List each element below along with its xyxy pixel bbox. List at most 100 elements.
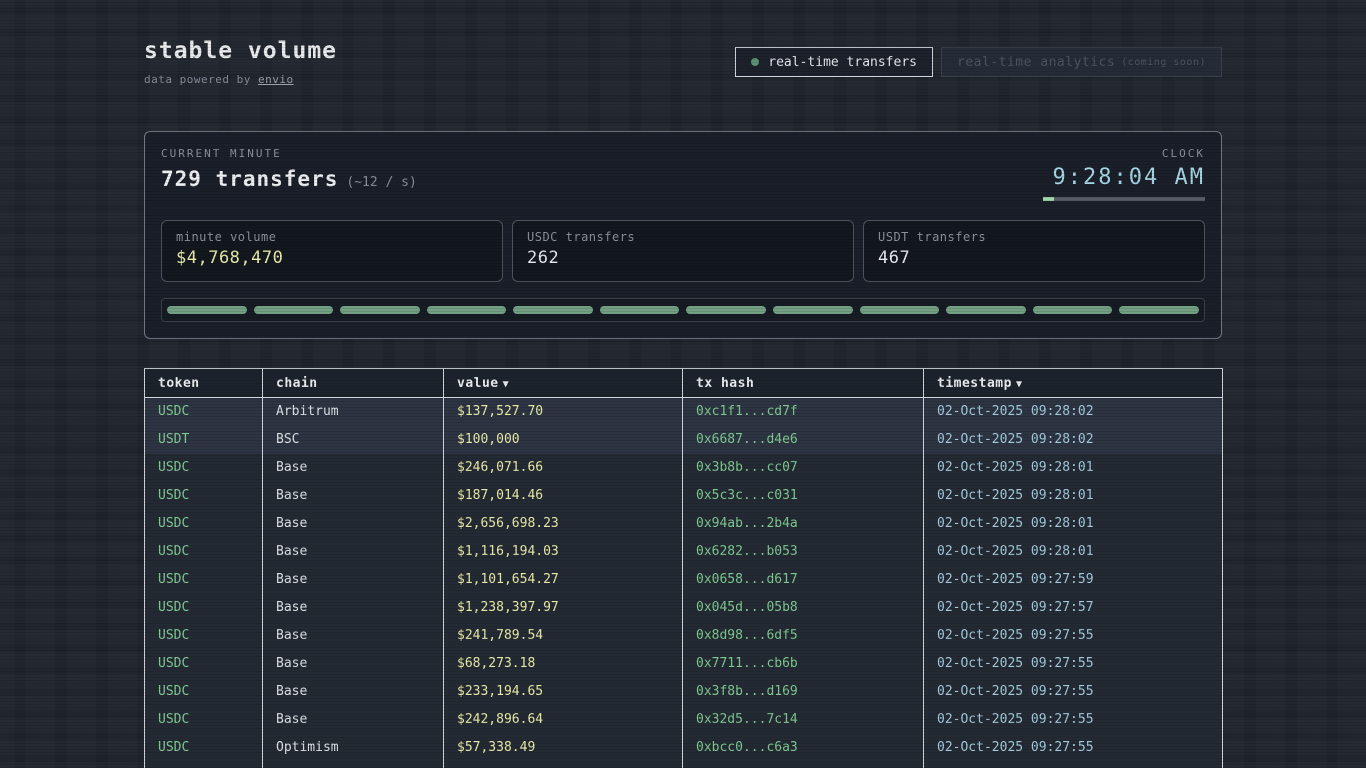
tx-hash-link[interactable]: 0x3b8b...cc07 — [683, 454, 924, 482]
tab-transfers-label: real-time transfers — [768, 55, 917, 70]
tx-hash-link[interactable]: 0xbcc0...c6a3 — [683, 734, 924, 762]
token-cell: USDC — [145, 734, 263, 762]
token-cell: USDC — [145, 706, 263, 734]
chain-cell: Base — [263, 706, 444, 734]
tx-hash-link[interactable]: 0x8d98...6df5 — [683, 622, 924, 650]
activity-segment — [686, 306, 766, 314]
table-header-row: token chain value▼ tx hash timestamp▼ — [145, 369, 1223, 398]
chain-cell: BSC — [263, 426, 444, 454]
token-cell: USDC — [145, 482, 263, 510]
value-cell: $68,273.18 — [444, 650, 683, 678]
value-cell: $187,014.46 — [444, 482, 683, 510]
table-row: USDC Base $1,238,397.97 0x045d...05b8 02… — [145, 594, 1223, 622]
current-minute-panel: CURRENT MINUTE 729 transfers (~12 / s) C… — [144, 131, 1222, 339]
value-cell: $242,896.64 — [444, 706, 683, 734]
page-title: stable volume — [144, 38, 337, 64]
tab-analytics-label: real-time analytics — [957, 55, 1115, 70]
clock-progress-bar — [1043, 197, 1205, 201]
stat-usdt-transfers: USDT transfers 467 — [863, 220, 1205, 282]
tx-hash-link[interactable]: 0x3f8b...d169 — [683, 678, 924, 706]
activity-segment — [254, 306, 334, 314]
col-header-chain[interactable]: chain — [263, 369, 444, 398]
title-block: stable volume data powered by envio — [144, 38, 337, 86]
chain-cell: Base — [263, 650, 444, 678]
activity-segments-bar — [161, 298, 1205, 322]
chain-cell: Base — [263, 566, 444, 594]
powered-by: data powered by envio — [144, 73, 337, 86]
timestamp-cell: 02-Oct-2025 09:27:55 — [924, 678, 1223, 706]
activity-segment — [860, 306, 940, 314]
table-row: USDC Optimism $57,338.49 0xbcc0...c6a3 0… — [145, 734, 1223, 762]
activity-segment — [946, 306, 1026, 314]
col-header-tx-hash[interactable]: tx hash — [683, 369, 924, 398]
col-header-timestamp[interactable]: timestamp▼ — [924, 369, 1223, 398]
chain-cell: Base — [263, 538, 444, 566]
tx-hash-link[interactable]: 0x7711...cb6b — [683, 650, 924, 678]
table-row: USDC Base $233,194.65 0xbf75...3661 02-O… — [145, 762, 1223, 768]
page: stable volume data powered by envio real… — [144, 0, 1222, 768]
token-cell: USDC — [145, 398, 263, 426]
chain-cell: Arbitrum — [263, 398, 444, 426]
stat-value: 262 — [527, 248, 839, 268]
timestamp-cell: 02-Oct-2025 09:27:55 — [924, 734, 1223, 762]
tx-hash-link[interactable]: 0x045d...05b8 — [683, 594, 924, 622]
clock-label: CLOCK — [1043, 147, 1205, 160]
token-cell: USDC — [145, 762, 263, 768]
token-cell: USDC — [145, 566, 263, 594]
timestamp-cell: 02-Oct-2025 09:28:01 — [924, 538, 1223, 566]
coming-soon-badge: (coming soon) — [1121, 57, 1206, 68]
tx-hash-link[interactable]: 0x0658...d617 — [683, 566, 924, 594]
token-cell: USDC — [145, 594, 263, 622]
token-cell: USDC — [145, 538, 263, 566]
tx-hash-link[interactable]: 0x6282...b053 — [683, 538, 924, 566]
token-cell: USDC — [145, 454, 263, 482]
clock-progress-fill — [1043, 197, 1054, 201]
clock-time: 9:28:04 AM — [1043, 165, 1205, 190]
value-cell: $241,789.54 — [444, 622, 683, 650]
table-row: USDC Base $2,656,698.23 0x94ab...2b4a 02… — [145, 510, 1223, 538]
tab-real-time-transfers[interactable]: real-time transfers — [735, 47, 933, 77]
table-row: USDC Base $187,014.46 0x5c3c...c031 02-O… — [145, 482, 1223, 510]
value-cell: $57,338.49 — [444, 734, 683, 762]
stat-usdc-transfers: USDC transfers 262 — [512, 220, 854, 282]
chain-cell: Base — [263, 510, 444, 538]
tx-hash-link[interactable]: 0x94ab...2b4a — [683, 510, 924, 538]
live-dot-icon — [751, 58, 759, 66]
col-header-value[interactable]: value▼ — [444, 369, 683, 398]
topbar: stable volume data powered by envio real… — [144, 38, 1222, 86]
tx-hash-link[interactable]: 0x5c3c...c031 — [683, 482, 924, 510]
timestamp-cell: 02-Oct-2025 09:27:59 — [924, 566, 1223, 594]
timestamp-cell: 02-Oct-2025 09:28:01 — [924, 510, 1223, 538]
value-cell: $246,071.66 — [444, 454, 683, 482]
tx-hash-link[interactable]: 0x32d5...7c14 — [683, 706, 924, 734]
activity-segment — [1119, 306, 1199, 314]
transfers-count: 729 transfers — [161, 167, 338, 191]
section-label: CURRENT MINUTE — [161, 147, 417, 160]
tab-real-time-analytics: real-time analytics (coming soon) — [941, 47, 1222, 77]
tx-hash-link[interactable]: 0xc1f1...cd7f — [683, 398, 924, 426]
table-row: USDC Base $68,273.18 0x7711...cb6b 02-Oc… — [145, 650, 1223, 678]
tx-hash-link[interactable]: 0x6687...d4e6 — [683, 426, 924, 454]
chain-cell: Optimism — [263, 734, 444, 762]
activity-segment — [167, 306, 247, 314]
transfers-table: token chain value▼ tx hash timestamp▼ US… — [144, 368, 1223, 768]
transfer-count-block: CURRENT MINUTE 729 transfers (~12 / s) — [161, 147, 417, 201]
token-cell: USDC — [145, 650, 263, 678]
col-header-token[interactable]: token — [145, 369, 263, 398]
table-row: USDC Base $246,071.66 0x3b8b...cc07 02-O… — [145, 454, 1223, 482]
timestamp-cell: 02-Oct-2025 09:27:55 — [924, 622, 1223, 650]
activity-segment — [600, 306, 680, 314]
value-cell: $233,194.65 — [444, 678, 683, 706]
token-cell: USDC — [145, 510, 263, 538]
chain-cell: Base — [263, 762, 444, 768]
transfers-rate: (~12 / s) — [346, 175, 416, 190]
value-cell: $1,101,654.27 — [444, 566, 683, 594]
chain-cell: Base — [263, 454, 444, 482]
envio-link[interactable]: envio — [258, 73, 294, 86]
value-cell: $1,116,194.03 — [444, 538, 683, 566]
tx-hash-link[interactable]: 0xbf75...3661 — [683, 762, 924, 768]
chain-cell: Base — [263, 594, 444, 622]
stat-label: USDC transfers — [527, 230, 839, 244]
stat-label: minute volume — [176, 230, 488, 244]
timestamp-cell: 02-Oct-2025 09:27:55 — [924, 650, 1223, 678]
